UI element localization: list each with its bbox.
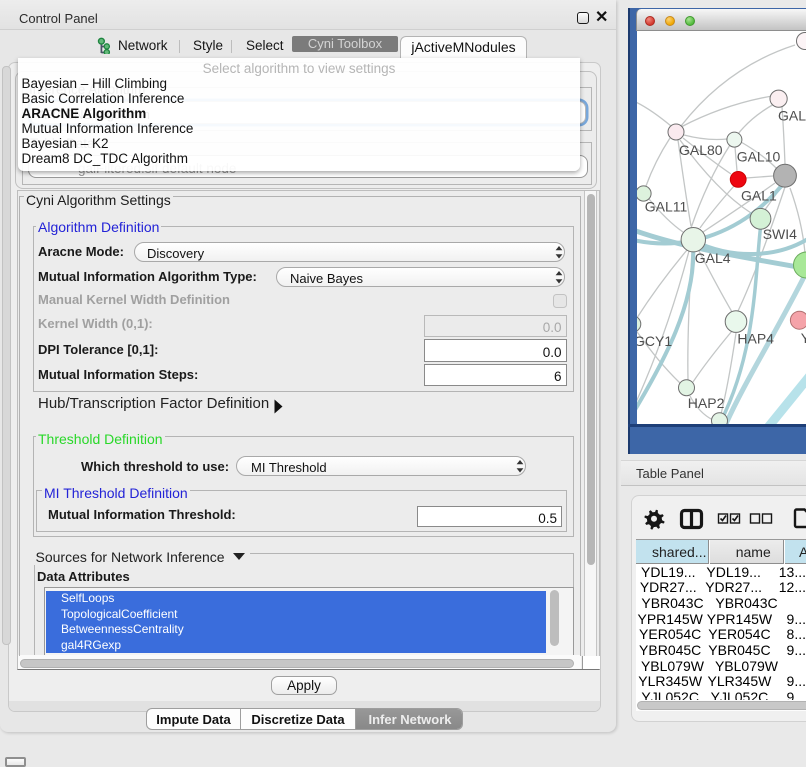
svg-text:SWI4: SWI4	[763, 226, 797, 242]
svg-text:HAP2: HAP2	[688, 395, 725, 411]
svg-text:GAL4: GAL4	[695, 250, 731, 266]
svg-text:GAL10: GAL10	[737, 149, 781, 165]
svg-text:GAL1: GAL1	[741, 188, 777, 204]
svg-text:GCY1: GCY1	[637, 333, 672, 349]
svg-text:GAL80: GAL80	[679, 142, 723, 158]
svg-text:GAL11: GAL11	[645, 199, 688, 215]
svg-text:YJ: YJ	[801, 330, 806, 346]
svg-text:GAL2: GAL2	[778, 108, 806, 124]
svg-text:HAP4: HAP4	[737, 331, 774, 347]
